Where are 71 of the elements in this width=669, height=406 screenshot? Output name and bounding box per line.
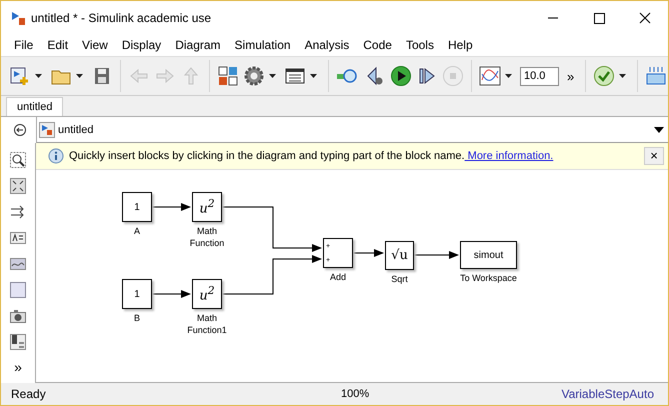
menu-item[interactable]: Edit	[40, 38, 76, 52]
settings-icon[interactable]	[243, 65, 265, 87]
back-icon[interactable]	[13, 123, 27, 137]
check-icon[interactable]	[593, 65, 616, 87]
image-icon[interactable]	[9, 255, 27, 273]
signal-line[interactable]	[352, 249, 384, 257]
constant-block[interactable]: 1	[122, 192, 152, 222]
dropdown-arrow-icon[interactable]	[654, 126, 664, 132]
block-label: Sqrt	[390, 273, 409, 285]
library-browser-icon[interactable]	[217, 65, 239, 87]
signal-line[interactable]	[152, 203, 191, 211]
model-path: untitled	[58, 124, 94, 136]
menu-item[interactable]: View	[75, 38, 115, 52]
block-label: Math Function	[188, 225, 226, 249]
caret-icon[interactable]	[505, 74, 512, 78]
area-icon[interactable]	[9, 281, 27, 299]
zoom-level: 100%	[340, 388, 370, 400]
block-label: Math Function1	[186, 312, 228, 336]
caret-icon[interactable]	[310, 74, 317, 78]
block-text: simout	[474, 250, 504, 260]
menu-item[interactable]: Analysis	[298, 38, 356, 52]
block-text: 1	[134, 288, 140, 300]
menu-item[interactable]: Code	[356, 38, 399, 52]
status-text: Ready	[10, 387, 47, 401]
solver-name[interactable]: VariableStepAuto	[561, 387, 668, 401]
tab[interactable]: untitled	[6, 97, 64, 116]
annotation-icon[interactable]	[9, 229, 27, 247]
new-model-icon[interactable]	[9, 65, 31, 87]
overflow-button[interactable]: »	[14, 359, 22, 375]
block-text: √u	[391, 248, 408, 263]
constant-block[interactable]: 1	[122, 279, 152, 309]
menu-item[interactable]: Diagram	[168, 38, 228, 52]
model-icon	[39, 122, 55, 138]
overflow-button[interactable]: »	[563, 68, 578, 84]
menu-item[interactable]: Tools	[398, 38, 441, 52]
menu-item[interactable]: Display	[114, 38, 168, 52]
camera-icon[interactable]	[9, 307, 27, 325]
signal-line[interactable]	[152, 290, 191, 298]
menu-item[interactable]: Simulation	[228, 38, 298, 52]
app-icon	[11, 10, 27, 26]
hardware-board-icon[interactable]	[645, 65, 668, 87]
caret-icon[interactable]	[269, 74, 276, 78]
stop-time-field[interactable]: 10.0	[520, 66, 559, 86]
to-workspace-block[interactable]: simout	[460, 241, 517, 269]
menu-item[interactable]: File	[7, 38, 40, 52]
caret-icon[interactable]	[35, 74, 42, 78]
run-icon[interactable]	[390, 65, 412, 87]
info-message: Quickly insert blocks by clicking in the diagram and typing part of the block name. More information.	[69, 150, 554, 162]
caret-icon[interactable]	[76, 74, 83, 78]
math-function-block[interactable]: u$^{2}$	[192, 279, 222, 309]
block-label: B	[132, 312, 141, 324]
block-label: To Workspace	[459, 272, 518, 284]
math-function-block[interactable]: u$^{2}$	[192, 192, 222, 222]
info-icon	[48, 148, 64, 164]
sqrt-block[interactable]: √u	[385, 241, 414, 270]
block-text: u$^{2}$	[199, 284, 215, 304]
scope-icon[interactable]	[479, 65, 501, 87]
fit-view-icon[interactable]	[9, 177, 27, 195]
block-text: u$^{2}$	[199, 197, 215, 217]
more-information-link[interactable]: More information.	[464, 150, 554, 162]
caret-icon[interactable]	[619, 74, 626, 78]
signal-line[interactable]	[222, 255, 322, 294]
window-title: untitled * - Simulink academic use	[31, 10, 212, 24]
signal-line[interactable]	[414, 251, 459, 259]
model-browser-icon[interactable]	[9, 333, 27, 351]
block-label: A	[132, 225, 141, 237]
block-text: 1	[134, 202, 140, 212]
menu-item[interactable]: Help	[440, 38, 480, 52]
zoom-icon[interactable]	[9, 151, 27, 169]
close-button[interactable]: ×	[644, 147, 664, 165]
block-label: Add	[328, 271, 347, 283]
